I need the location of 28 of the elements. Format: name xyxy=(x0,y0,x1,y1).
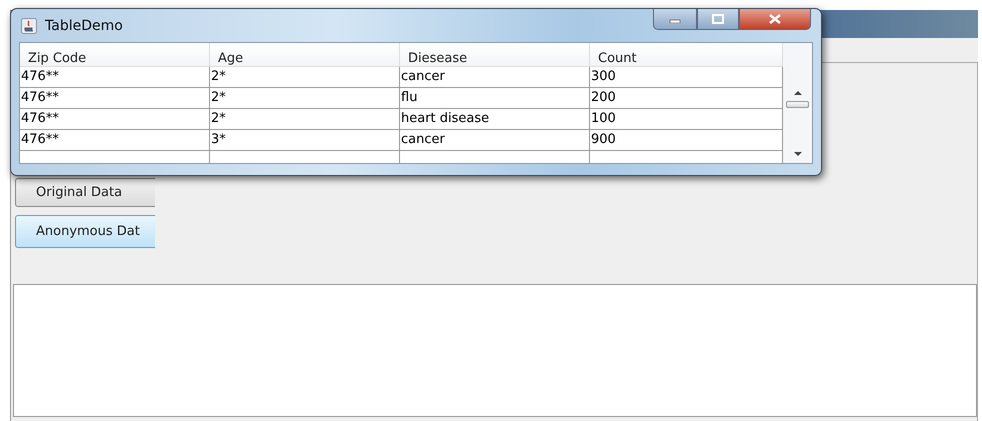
close-button[interactable] xyxy=(739,9,811,30)
minimize-button[interactable] xyxy=(653,9,697,30)
scroll-thumb[interactable] xyxy=(786,101,809,108)
table-cell: 2* xyxy=(210,67,400,87)
toggle-button[interactable]: Original Data xyxy=(15,178,155,207)
vertical-scrollbar[interactable] xyxy=(783,43,812,163)
scroll-up-icon[interactable] xyxy=(794,90,802,95)
table-cell: 476** xyxy=(20,88,210,108)
column-header[interactable]: Zip Code xyxy=(20,43,210,66)
table-cell: cancer xyxy=(400,130,590,150)
table-cell: 2* xyxy=(210,109,400,129)
toggle-button[interactable]: Anonymous Dat xyxy=(15,215,155,248)
scroll-down-icon[interactable] xyxy=(794,152,802,157)
column-header[interactable]: Age xyxy=(210,43,400,66)
coffee-cup-icon xyxy=(21,18,37,34)
table-cell: cancer xyxy=(400,67,590,87)
maximize-icon xyxy=(712,14,724,24)
table-cell: 476** xyxy=(20,130,210,150)
maximize-button[interactable] xyxy=(697,9,739,30)
table-cell: heart disease xyxy=(400,109,590,129)
table-cell: flu xyxy=(400,88,590,108)
close-icon xyxy=(768,14,782,24)
table-cell: 2* xyxy=(210,88,400,108)
window-title: TableDemo xyxy=(45,18,123,34)
table-cell: 476** xyxy=(20,109,210,129)
column-header[interactable]: Diesease xyxy=(400,43,590,66)
table-cell: 3* xyxy=(210,130,400,150)
table-cell: 476** xyxy=(20,67,210,87)
